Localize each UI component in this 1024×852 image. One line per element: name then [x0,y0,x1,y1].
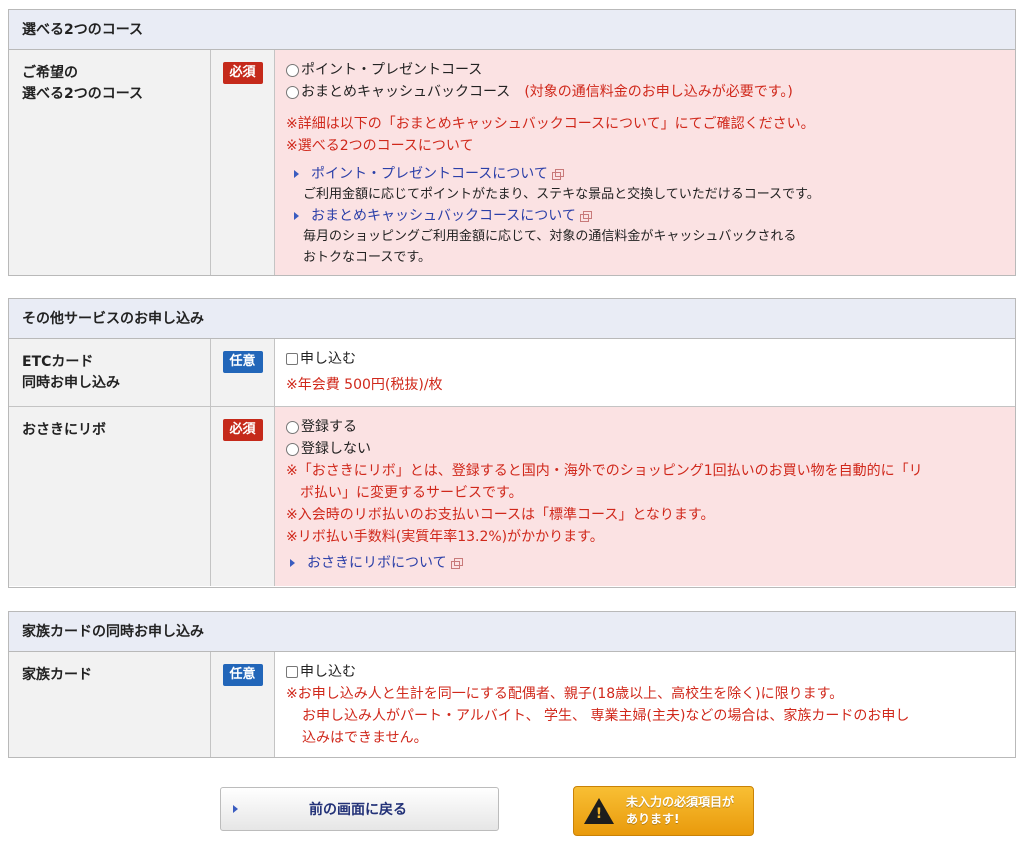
family-card-note1: ※お申し込み人と生計を同一にする配偶者、親子(18歳以上、高校生を除く)に限りま… [286,686,844,702]
etc-row: ETCカード 同時お申し込み 任意 申し込む ※年会費 500円(税抜)/枚 [9,339,1015,406]
course-about-note: ※選べる2つのコースについて [286,138,474,154]
family-card-body: 申し込む ※お申し込み人と生計を同一にする配偶者、親子(18歳以上、高校生を除く… [275,652,1015,757]
family-card-badge-cell: 任意 [211,652,275,757]
cashback-course-link[interactable]: おまとめキャッシュバックコースについて [286,205,1005,226]
etc-badge-cell: 任意 [211,339,275,406]
family-card-apply-label[interactable]: 申し込む [300,661,356,683]
revo-body: 登録する 登録しない ※「おさきにリボ」とは、登録すると国内・海外でのショッピン… [275,407,1015,586]
missing-required-button[interactable]: ! 未入力の必須項目が あります! [573,786,754,836]
point-course-label[interactable]: ポイント・プレゼントコース [301,59,482,81]
cashback-course-desc-line2: おトクなコースです。 [303,250,432,265]
cashback-course-desc-line1: 毎月のショッピングご利用金額に応じて、対象の通信料金がキャッシュバックされる [303,229,797,244]
course-body: ポイント・プレゼントコース おまとめキャッシュバックコース (対象の通信料金のお… [275,50,1015,275]
revo-not-register-radio[interactable] [286,442,299,456]
revo-register-label[interactable]: 登録する [301,416,357,438]
required-badge: 必須 [222,419,263,441]
missing-required-label[interactable]: 未入力の必須項目が あります! [626,794,734,828]
revo-note2: ※入会時のリボ払いのお支払いコースは「標準コース」となります。 [286,507,715,523]
point-course-link[interactable]: ポイント・プレゼントコースについて [286,163,1005,184]
arrow-right-icon [294,169,299,178]
course-label: ご希望の 選べる2つのコース [9,50,211,275]
external-window-icon [579,210,592,222]
missing-required-line1: 未入力の必須項目が [626,795,735,809]
family-card-apply-checkbox[interactable] [286,666,298,678]
revo-note1-line1: ※「おさきにリボ」とは、登録すると国内・海外でのショッピング1回払いのお買い物を… [286,463,923,479]
cashback-course-label[interactable]: おまとめキャッシュバックコース [301,81,510,103]
course-label-line2: 選べる2つのコース [22,86,144,102]
cashback-course-link-text[interactable]: おまとめキャッシュバックコースについて [311,205,576,227]
family-card-note2-line2: 込みはできません。 [302,730,428,746]
family-card-section: 家族カードの同時お申し込み 家族カード 任意 申し込む ※お申し込み人と生計を同… [8,611,1016,758]
revo-link-text[interactable]: おさきにリボについて [307,552,447,574]
point-course-link-text[interactable]: ポイント・プレゼントコースについて [311,163,548,185]
optional-badge: 任意 [222,351,263,373]
revo-label: おさきにリボ [9,407,211,586]
course-badge-cell: 必須 [211,50,275,275]
revo-badge-cell: 必須 [211,407,275,586]
etc-label-line1: ETCカード [22,354,94,370]
cashback-course-option[interactable]: おまとめキャッシュバックコース (対象の通信料金のお申し込みが必要です。) [286,81,1005,103]
revo-not-register-label[interactable]: 登録しない [301,438,371,460]
revo-register-radio[interactable] [286,420,299,434]
external-window-icon [450,557,463,569]
course-detail-note: ※詳細は以下の「おまとめキャッシュバックコースについて」にてご確認ください。 [286,116,815,132]
point-course-radio[interactable] [286,63,299,77]
course-section-title: 選べる2つのコース [9,10,1015,50]
etc-body: 申し込む ※年会費 500円(税抜)/枚 [275,339,1015,406]
cashback-course-note: (対象の通信料金のお申し込みが必要です。) [524,84,793,100]
back-button[interactable]: 前の画面に戻る [220,787,499,831]
family-card-note2-line1: お申し込み人がパート・アルバイト、 学生、 専業主婦(主夫)などの場合は、家族カ… [302,708,910,724]
revo-row: おさきにリボ 必須 登録する 登録しない ※「おさきにリボ」とは、登録すると国内… [9,406,1015,586]
family-card-apply-option[interactable]: 申し込む [286,661,1005,683]
revo-not-register-option[interactable]: 登録しない [286,438,1005,460]
other-services-title: その他サービスのお申し込み [9,299,1015,339]
course-row: ご希望の 選べる2つのコース 必須 ポイント・プレゼントコース おまとめキャッシ… [9,50,1015,275]
etc-label: ETCカード 同時お申し込み [9,339,211,406]
cashback-course-radio[interactable] [286,85,299,99]
family-card-title: 家族カードの同時お申し込み [9,612,1015,652]
family-card-row: 家族カード 任意 申し込む ※お申し込み人と生計を同一にする配偶者、親子(18歳… [9,652,1015,757]
revo-register-option[interactable]: 登録する [286,416,1005,438]
revo-label-text: おさきにリボ [22,422,106,438]
arrow-right-icon [294,211,299,220]
etc-apply-label[interactable]: 申し込む [300,348,356,370]
missing-required-line2: あります! [626,812,680,826]
revo-link[interactable]: おさきにリボについて [286,552,1005,573]
required-badge: 必須 [222,62,263,84]
point-course-option[interactable]: ポイント・プレゼントコース [286,59,1005,81]
other-services-section: その他サービスのお申し込み ETCカード 同時お申し込み 任意 申し込む ※年会… [8,298,1016,588]
family-card-label-text: 家族カード [22,667,92,683]
etc-apply-checkbox[interactable] [286,353,298,365]
course-section: 選べる2つのコース ご希望の 選べる2つのコース 必須 ポイント・プレゼントコー… [8,9,1016,276]
external-window-icon [551,168,564,180]
point-course-desc: ご利用金額に応じてポイントがたまり、ステキな景品と交換していただけるコースです。 [303,187,820,202]
back-button-label[interactable]: 前の画面に戻る [238,799,478,819]
warning-icon: ! [584,798,614,824]
warning-glyph: ! [595,806,603,822]
optional-badge: 任意 [222,664,263,686]
etc-label-line2: 同時お申し込み [22,375,120,391]
arrow-right-icon [290,558,295,567]
family-card-label: 家族カード [9,652,211,757]
revo-note3: ※リボ払い手数料(実質年率13.2%)がかかります。 [286,529,604,545]
course-label-line1: ご希望の [22,65,78,81]
etc-fee-note: ※年会費 500円(税抜)/枚 [286,377,443,393]
etc-apply-option[interactable]: 申し込む [286,348,1005,370]
revo-note1-line2: ボ払い」に変更するサービスです。 [300,485,523,501]
